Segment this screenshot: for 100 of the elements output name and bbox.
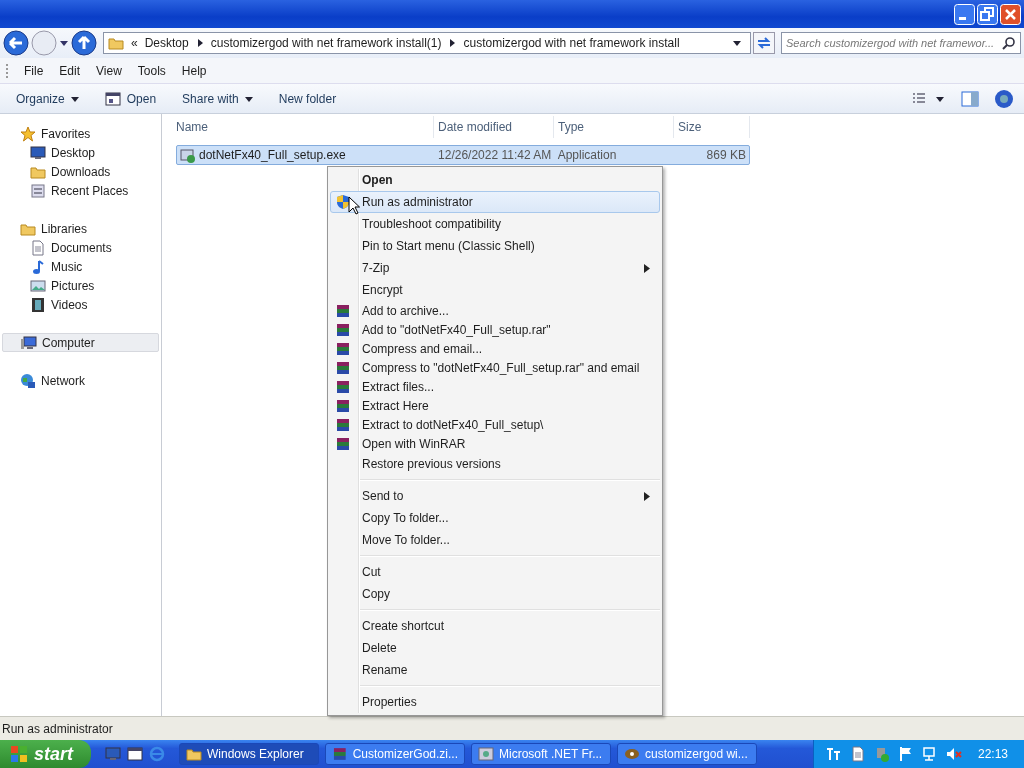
menu-item[interactable]: Open with WinRAR [330,434,660,453]
menu-item[interactable]: Delete [330,637,660,659]
nav-item[interactable]: Network [0,371,161,390]
column-header[interactable]: Date modified [434,116,554,138]
books-icon [335,359,351,376]
menu-item[interactable]: Troubleshoot compatibility [330,213,660,235]
menu-item[interactable]: Properties [330,691,660,713]
film-icon [30,296,46,313]
taskbar-button[interactable]: CustomizerGod.zi... [325,743,465,765]
table-cell: 12/26/2022 11:42 AM [438,148,552,162]
breadcrumb[interactable]: Desktop [144,36,189,50]
books-icon [335,378,351,395]
caret-icon [244,94,253,103]
caret-icon [70,94,79,103]
table-cell: Application [557,148,617,162]
menu-item[interactable]: Compress to "dotNetFx40_Full_setup.rar" and email [330,358,660,377]
menu-item[interactable]: Edit [59,63,81,78]
grip-handle [6,63,8,78]
status-text: Run as administrator [0,716,1024,740]
toolbar-button[interactable]: Share with [176,88,259,109]
column-header[interactable]: Size [674,116,750,138]
recent-places-icon [30,182,46,199]
monitor-icon [30,144,46,161]
search-field[interactable]: Search customizergod with net framewor... [781,32,1021,54]
toolbar-button[interactable]: Open [98,87,163,110]
address-bar[interactable]: « Desktop customizergod with net framework install(1) customizergod with net framework install [103,32,751,54]
document-icon [30,239,46,256]
application-icon [624,746,640,762]
nav-item[interactable]: Libraries [0,219,161,238]
file-row[interactable]: dotNetFx40_Full_setup.exe 12/26/2022 11:42 AM Application 869 KB [176,145,750,165]
books-icon [335,416,351,433]
menu-item[interactable]: Add to "dotNetFx40_Full_setup.rar" [330,320,660,339]
books-icon [335,340,351,357]
minimize-button[interactable] [954,3,975,25]
overflow-chevron[interactable]: « [131,36,138,50]
table-cell: 869 KB [706,148,746,162]
text-services-icon[interactable] [825,746,842,762]
menu-item[interactable]: Move To folder... [330,529,660,551]
network-icon[interactable] [921,746,938,762]
nav-item[interactable]: Documents [0,238,161,257]
table-cell: dotNetFx40_Full_setup.exe [199,148,346,162]
globe-icon [20,372,36,389]
folder-icon [186,746,202,762]
help-button[interactable] [994,88,1014,109]
arrow-icon [195,38,204,48]
document-icon[interactable] [849,746,866,762]
books-icon [335,435,351,452]
installer-icon [180,147,196,163]
toolbar-button[interactable]: Organize [10,88,85,109]
menu-item[interactable]: Tools [137,63,166,78]
menu-item[interactable]: Copy [330,583,660,605]
breadcrumb[interactable]: customizergod with net framework install [463,36,680,50]
nav-item[interactable]: Favorites [0,124,161,143]
dropdown-arrow-icon[interactable] [732,38,742,48]
menu-item[interactable]: Rename [330,659,660,681]
menu-item[interactable]: Restore previous versions [330,453,660,475]
menu-item[interactable]: Send to [330,485,660,507]
menu-item[interactable]: Extract Here [330,396,660,415]
muted-speaker-icon[interactable] [945,746,962,762]
star-icon [20,125,36,142]
taskbar-button[interactable]: customizergod wi... [617,743,757,765]
menu-item[interactable]: Pin to Start menu (Classic Shell) [330,235,660,257]
column-header[interactable]: Name [176,116,434,138]
menu-item[interactable]: Extract to dotNetFx40_Full_setup\ [330,415,660,434]
flag-icon[interactable] [897,746,914,762]
refresh-button[interactable] [753,32,775,54]
clock: 22:13 [977,747,1008,761]
restore-button[interactable] [977,3,998,25]
menu-item[interactable]: Cut [330,561,660,583]
close-button[interactable] [1000,3,1021,25]
taskbar-button[interactable]: Windows Explorer [179,743,319,765]
menu-item[interactable]: Run as administrator [330,191,660,213]
menu-item[interactable]: Copy To folder... [330,507,660,529]
up-button[interactable] [71,30,97,56]
toolbar-button[interactable]: New folder [272,88,343,109]
menu-item[interactable]: View [96,63,122,78]
menu-item[interactable]: Extract files... [330,377,660,396]
menu-item[interactable]: Help [181,63,207,78]
window-icon[interactable] [127,746,143,762]
nav-item[interactable]: Desktop [0,143,161,162]
menu-item[interactable]: Add to archive... [330,301,660,320]
nav-item[interactable]: Music [0,257,161,276]
taskbar-button[interactable]: Microsoft .NET Fr... [471,743,611,765]
nav-item[interactable]: Videos [0,295,161,314]
menu-item[interactable]: Encrypt [330,279,660,301]
picture-icon [30,277,46,294]
breadcrumb[interactable]: customizergod with net framework install(1) [210,36,442,50]
menu-item[interactable]: Create shortcut [330,615,660,637]
nav-item[interactable]: Recent Places [0,181,161,200]
nav-item[interactable]: Computer [2,333,159,352]
menu-item[interactable]: 7-Zip [330,257,660,279]
menu-item[interactable]: File [24,63,44,78]
books-icon [335,302,351,319]
nav-item[interactable]: Downloads [0,162,161,181]
nav-item[interactable]: Pictures [0,276,161,295]
column-header[interactable]: Type [554,116,674,138]
back-button[interactable] [3,30,29,56]
menu-item[interactable]: Open [330,169,660,191]
menu-item[interactable]: Compress and email... [330,339,660,358]
arrow-icon [448,38,457,48]
